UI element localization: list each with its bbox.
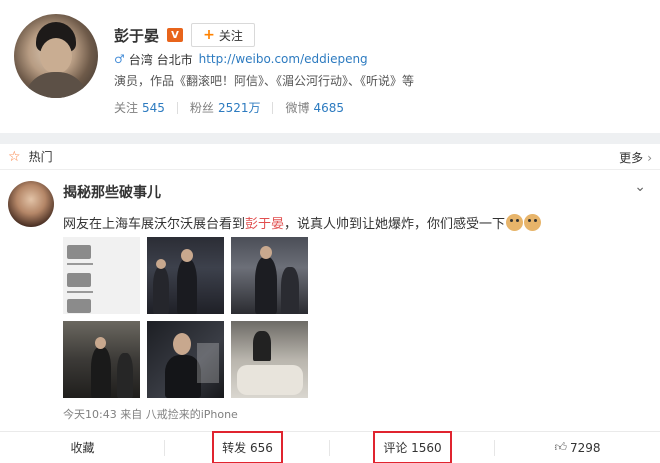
profile-stats: 关注 545 粉丝 2521万 微博 4685 <box>114 99 356 116</box>
chevron-down-icon[interactable]: ⌄ <box>634 179 646 195</box>
post-image-1[interactable] <box>63 237 140 314</box>
more-link[interactable]: 更多 › <box>619 149 652 166</box>
name-row: 彭于晏 V + 关注 <box>114 22 256 48</box>
stat-followers[interactable]: 粉丝 2521万 <box>190 99 261 116</box>
post-image-2[interactable] <box>147 237 224 314</box>
like-button[interactable]: 👍︎ 7298 <box>495 432 660 463</box>
stat-posts[interactable]: 微博 4685 <box>285 99 344 116</box>
post-author-name[interactable]: 揭秘那些破事儿 <box>63 182 161 202</box>
profile-url-link[interactable]: http://weibo.com/eddiepeng <box>199 52 368 66</box>
hot-section-header: ☆ 热门 更多 › <box>0 144 660 170</box>
post-image-5[interactable] <box>147 321 224 398</box>
post-image-3[interactable] <box>231 237 308 314</box>
profile-description: 演员，作品《翻滚吧！阿信》、《湄公河行动》、《听说》等 <box>114 74 415 88</box>
thumbs-up-icon: 👍︎ <box>554 440 567 454</box>
emoji-icon <box>524 214 542 231</box>
chevron-right-icon: › <box>647 151 652 165</box>
location-text: 台湾 台北市 <box>128 52 193 67</box>
follow-button[interactable]: + 关注 <box>191 23 256 47</box>
follow-button-label: 关注 <box>218 28 243 43</box>
stat-following[interactable]: 关注 545 <box>114 99 165 116</box>
post-text: 网友在上海车展沃尔沃展台看到彭于晏，说真人帅到让她爆炸，你们感受一下 <box>63 213 542 232</box>
post-card: 揭秘那些破事儿 ⌄ 网友在上海车展沃尔沃展台看到彭于晏，说真人帅到让她爆炸，你们… <box>0 171 660 463</box>
star-icon: ☆ <box>8 148 21 165</box>
male-gender-icon: ♂ <box>114 52 125 66</box>
comment-button[interactable]: 评论 1560 <box>330 431 495 463</box>
post-author-avatar[interactable] <box>8 181 54 227</box>
plus-icon: + <box>203 27 215 43</box>
post-image-4[interactable] <box>63 321 140 398</box>
emoji-icon <box>506 214 524 231</box>
comment-label: 评论 1560 <box>373 431 452 463</box>
post-action-bar: 收藏 转发 656 评论 1560 👍︎ 7298 <box>0 431 660 463</box>
section-gap <box>0 133 660 144</box>
post-image-6[interactable] <box>231 321 308 398</box>
divider <box>176 101 178 114</box>
divider <box>272 101 274 114</box>
profile-name[interactable]: 彭于晏 <box>114 25 159 46</box>
profile-header: 彭于晏 V + 关注 ♂ 台湾 台北市 http://weibo.com/edd… <box>0 0 660 133</box>
hot-label: 热门 <box>28 150 53 164</box>
repost-label: 转发 656 <box>212 431 283 463</box>
repost-button[interactable]: 转发 656 <box>165 431 330 463</box>
profile-avatar[interactable] <box>14 14 98 98</box>
verified-badge-icon: V <box>167 28 184 42</box>
mention-link[interactable]: 彭于晏 <box>245 217 284 232</box>
favorite-button[interactable]: 收藏 <box>0 432 165 463</box>
post-meta: 今天10:43 来自 八戒捡来的iPhone <box>63 408 238 421</box>
location-row: ♂ 台湾 台北市 http://weibo.com/eddiepeng <box>114 51 368 67</box>
